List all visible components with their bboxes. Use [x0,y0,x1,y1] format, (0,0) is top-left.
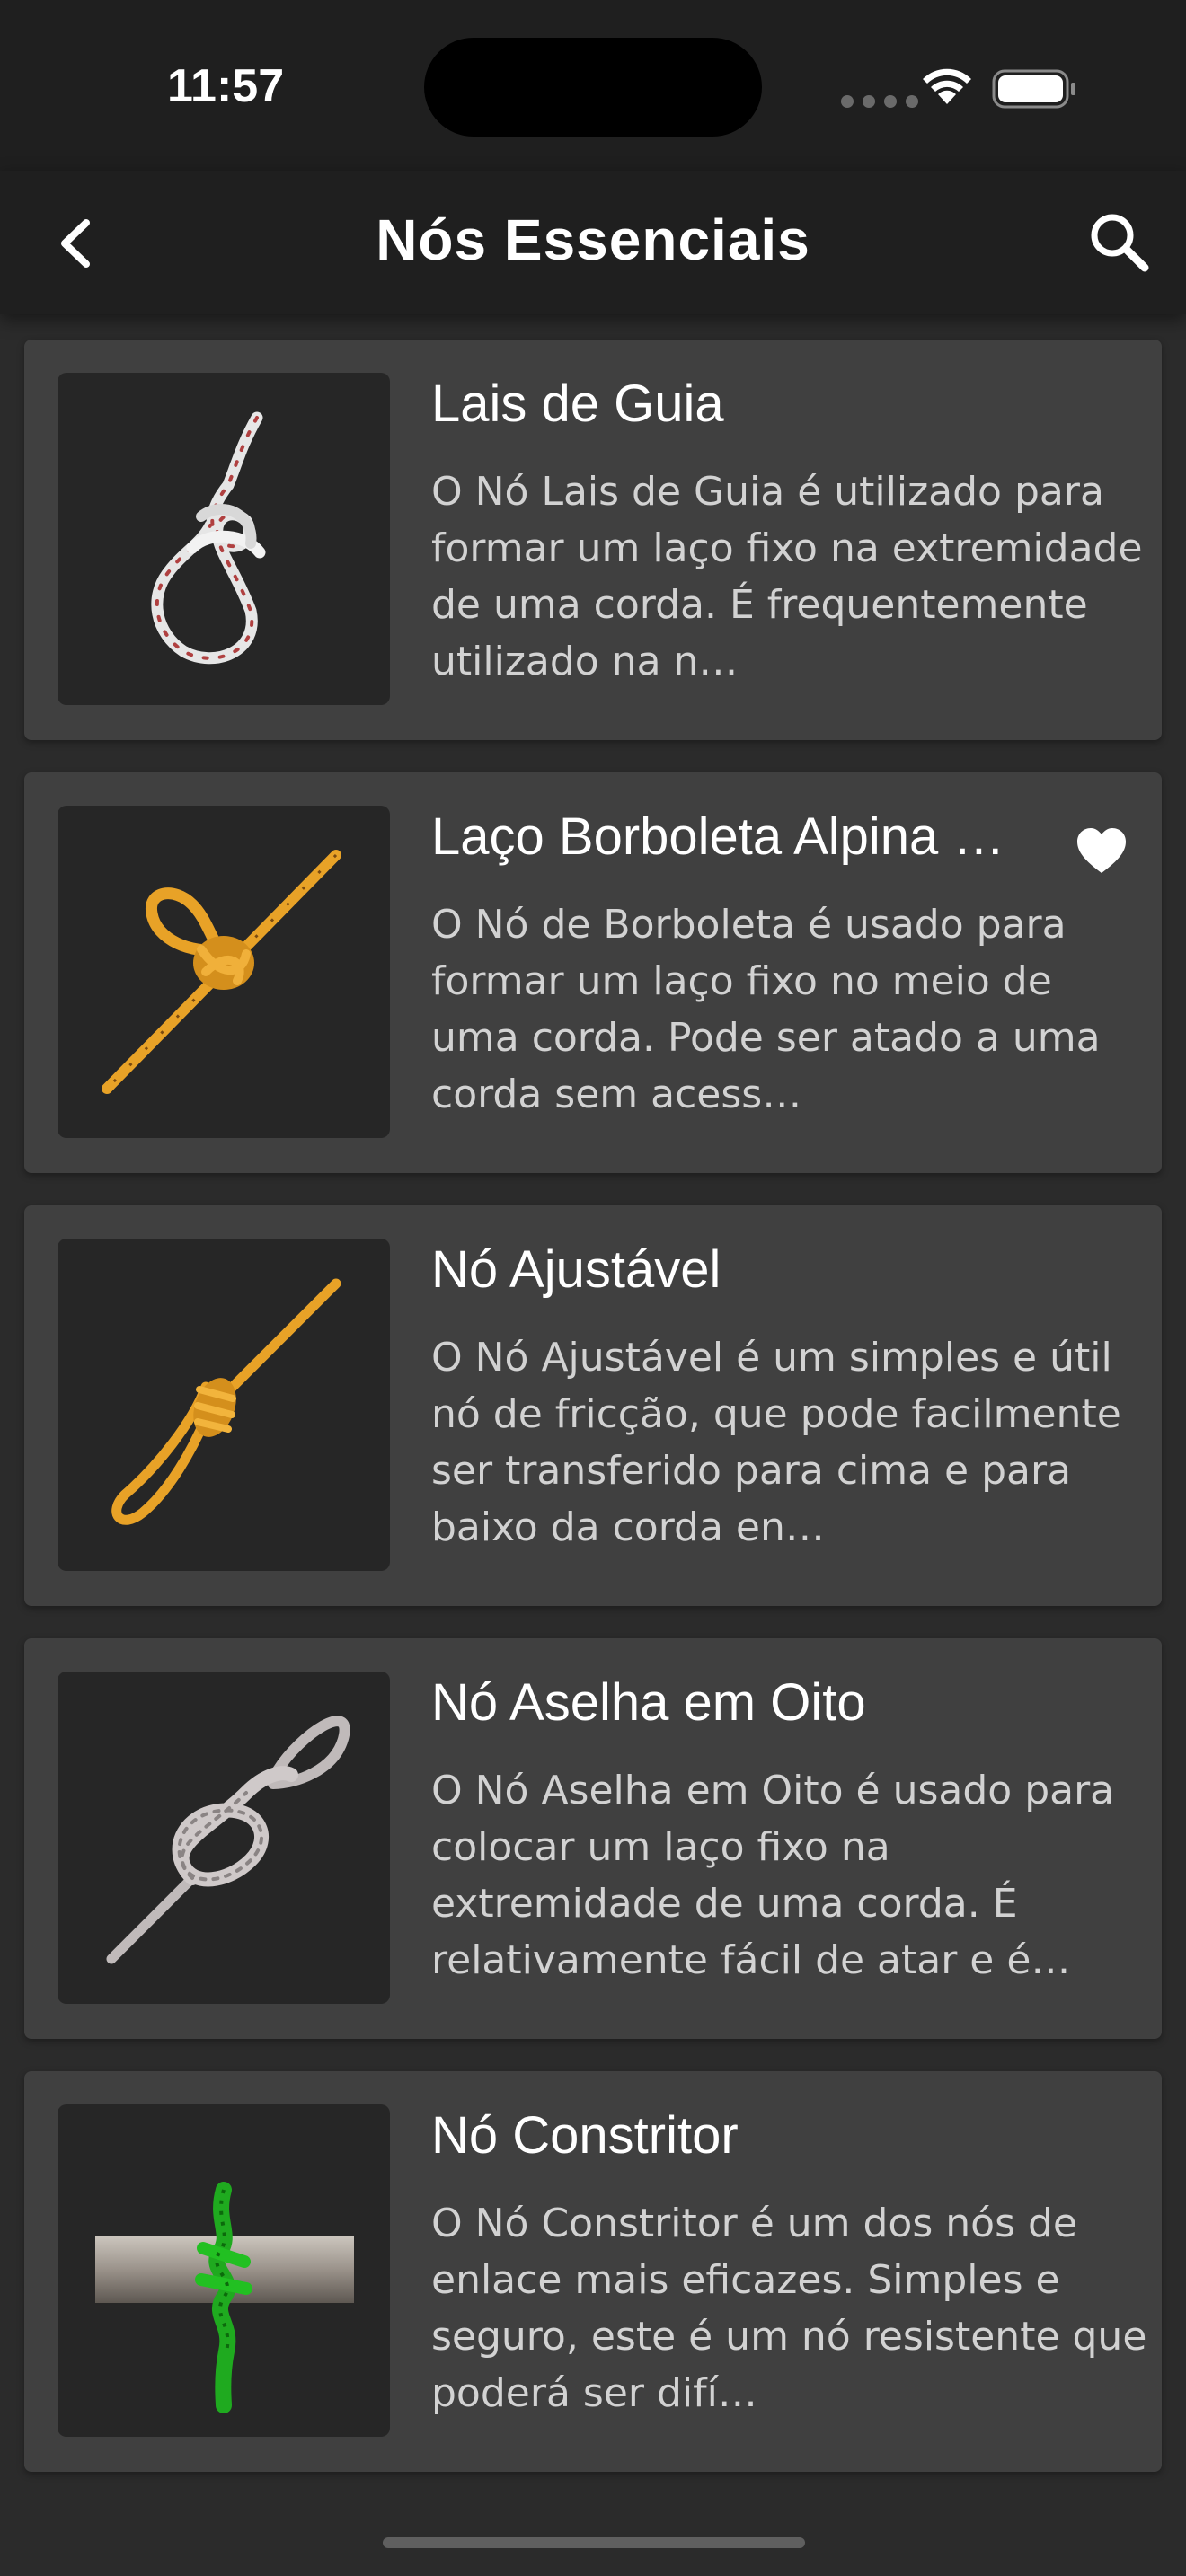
knot-description: O Nó Ajustável é um simples e útil nó de… [431,1335,1121,1550]
alpine-butterfly-knot-image [102,850,341,1094]
knot-description: O Nó Lais de Guia é utilizado para forma… [431,469,1143,684]
knot-list: Lais de Guia O Nó Lais de Guia é utiliza… [24,340,1162,2504]
knot-card-no-ajustavel[interactable]: Nó Ajustável O Nó Ajustável é um simples… [24,1205,1162,1606]
adjustable-knot-image [111,1278,341,1525]
knot-card-no-aselha-em-oito[interactable]: Nó Aselha em Oito O Nó Aselha em Oito é … [24,1638,1162,2039]
status-bar: 11:57 [0,0,1186,171]
knot-thumbnail [58,1239,390,1571]
knot-description: O Nó Constritor é um dos nós de enlace m… [431,2201,1147,2416]
battery-icon [992,69,1075,109]
knot-title: Laço Borboleta Alpina … [431,807,1005,866]
knot-card-lais-de-guia[interactable]: Lais de Guia O Nó Lais de Guia é utiliza… [24,340,1162,740]
navigation-bar: Nós Essenciais [0,171,1186,314]
favorite-heart-icon[interactable] [1075,826,1128,875]
wifi-icon [923,68,971,104]
knot-thumbnail [58,806,390,1138]
constrictor-knot-image [95,2182,354,2413]
cellular-signal-icon [841,95,918,108]
home-indicator[interactable] [383,2537,805,2548]
search-icon[interactable] [1084,207,1155,278]
knot-title: Lais de Guia [431,375,724,433]
bowline-knot-image [151,411,266,665]
knot-title: Nó Constritor [431,2106,739,2165]
knot-title: Nó Aselha em Oito [431,1673,866,1732]
knot-description: O Nó Aselha em Oito é usado para colocar… [431,1768,1115,1983]
knot-description: O Nó de Borboleta é usado para formar um… [431,902,1101,1117]
page-title: Nós Essenciais [376,207,810,272]
knot-card-laco-borboleta-alpina[interactable]: Laço Borboleta Alpina … O Nó de Borbolet… [24,772,1162,1173]
knot-card-no-constritor[interactable]: Nó Constritor O Nó Constritor é um dos n… [24,2071,1162,2472]
dynamic-island [424,38,762,137]
knot-thumbnail [58,2104,390,2437]
figure-eight-loop-knot-image [106,1716,350,1964]
knot-thumbnail [58,1672,390,2004]
status-time: 11:57 [167,60,285,112]
knot-thumbnail [58,373,390,705]
knot-title: Nó Ajustável [431,1240,721,1299]
